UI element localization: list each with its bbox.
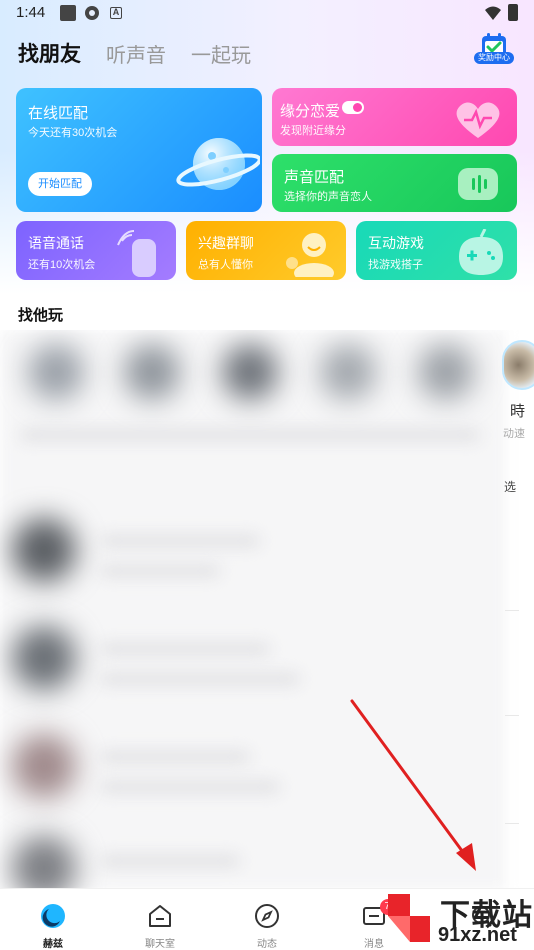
online-match-title: 在线匹配 xyxy=(28,105,89,122)
online-match-card[interactable]: 在线匹配 今天还有30次机会 开始匹配 xyxy=(16,88,262,212)
nav-hertz-label: 赫兹 xyxy=(43,939,63,950)
voice-match-card[interactable]: 声音匹配 选择你的声音恋人 xyxy=(272,154,517,212)
phone-icon xyxy=(117,230,156,277)
heart-icon xyxy=(456,102,500,138)
nav-chatroom-label: 聊天室 xyxy=(145,939,175,950)
site-watermark: 下载站 91xz.net xyxy=(380,886,534,950)
chatroom-house-icon xyxy=(149,905,171,927)
blurred-avatar xyxy=(418,344,474,400)
blurred-avatar xyxy=(222,344,278,400)
voice-match-title: 声音匹配 xyxy=(284,169,345,186)
battery-icon xyxy=(508,4,518,21)
group-chat-title: 兴趣群聊 xyxy=(198,235,254,251)
status-time: 1:44 xyxy=(16,4,46,21)
nav-chatroom[interactable]: 聊天室 xyxy=(120,889,200,950)
blurred-text xyxy=(100,856,240,866)
blurred-text xyxy=(100,782,280,792)
tab-play-together[interactable]: 一起玩 xyxy=(191,39,251,68)
love-subtitle: 发现附近缘分 xyxy=(280,125,346,137)
blurred-text xyxy=(100,674,300,684)
hertz-moon-icon xyxy=(41,904,65,928)
blurred-text xyxy=(100,536,260,546)
games-subtitle: 找游戏搭子 xyxy=(368,259,423,271)
voice-match-subtitle: 选择你的声音恋人 xyxy=(284,191,372,203)
reward-center-label: 奖励中心 xyxy=(474,52,514,64)
section-title-find-to-play: 找他玩 xyxy=(18,307,64,324)
list-divider xyxy=(505,715,519,716)
recommended-user-avatar[interactable] xyxy=(502,340,534,390)
online-match-subtitle: 今天还有30次机会 xyxy=(28,127,118,139)
planet-icon xyxy=(176,138,260,190)
watermark-url: 91xz.net xyxy=(438,924,517,946)
games-title: 互动游戏 xyxy=(368,235,424,251)
voice-call-card[interactable]: 语音通话 还有10次机会 xyxy=(16,221,176,280)
recommended-user-subtitle: 动速 xyxy=(503,428,525,440)
gamepad-icon xyxy=(459,229,503,275)
status-bar: 1:44 A xyxy=(0,0,534,28)
blurred-text xyxy=(100,566,220,576)
annotation-arrow-icon xyxy=(350,699,476,871)
love-card[interactable]: 缘分恋爱 发现附近缘分 xyxy=(272,88,517,146)
select-text: 选 xyxy=(504,480,517,494)
blurred-text xyxy=(100,644,270,654)
start-match-button[interactable]: 开始匹配 xyxy=(28,172,92,196)
nav-moments-label: 动态 xyxy=(257,939,277,950)
compass-icon xyxy=(255,904,279,928)
blurred-text xyxy=(100,752,250,762)
blurred-avatar xyxy=(12,734,76,798)
blurred-avatar xyxy=(12,626,76,690)
reward-center-button[interactable]: 奖励中心 xyxy=(472,32,516,68)
group-chat-card[interactable]: 兴趣群聊 总有人懂你 xyxy=(186,221,346,280)
notification-square-icon xyxy=(60,5,76,21)
love-toggle[interactable] xyxy=(342,101,364,114)
a-notification-icon: A xyxy=(110,7,122,19)
blurred-text xyxy=(20,430,480,440)
settings-notification-icon xyxy=(84,5,100,21)
voice-bubble-icon xyxy=(458,168,498,200)
games-card[interactable]: 互动游戏 找游戏搭子 xyxy=(356,221,517,280)
list-divider xyxy=(505,823,519,824)
voice-call-title: 语音通话 xyxy=(28,235,84,251)
wifi-icon xyxy=(484,5,501,21)
blurred-avatar xyxy=(28,344,84,400)
blurred-avatar xyxy=(12,518,76,582)
group-chat-subtitle: 总有人懂你 xyxy=(198,259,253,271)
list-divider xyxy=(505,610,519,611)
people-icon xyxy=(286,233,334,277)
watermark-logo-icon xyxy=(388,894,430,942)
recommended-user-name: 時 xyxy=(510,403,526,420)
nav-hertz[interactable]: 赫兹 xyxy=(13,889,93,950)
tab-find-friends[interactable]: 找朋友 xyxy=(18,38,81,68)
voice-call-subtitle: 还有10次机会 xyxy=(28,259,96,271)
blurred-avatar xyxy=(320,344,376,400)
blurred-avatar xyxy=(124,344,180,400)
love-title: 缘分恋爱 xyxy=(280,103,341,120)
nav-moments[interactable]: 动态 xyxy=(227,889,307,950)
tab-listen-voice[interactable]: 听声音 xyxy=(106,39,166,68)
